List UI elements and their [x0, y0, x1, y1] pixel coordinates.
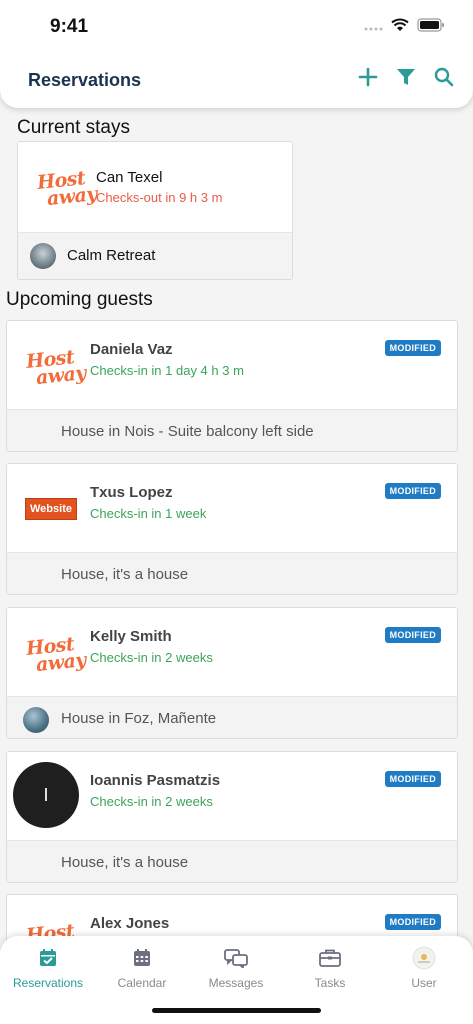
wifi-icon: [391, 18, 409, 37]
property-name: House in Foz, Mañente: [61, 710, 217, 727]
checkin-status: Checks-in in 2 weeks: [90, 650, 213, 665]
guest-name: Kelly Smith: [90, 628, 172, 645]
checkin-status: Checks-in in 1 week: [90, 506, 207, 521]
checkin-status: Checks-in in 1 day 4 h 3 m: [90, 363, 244, 378]
guest-name: Can Texel: [96, 169, 163, 186]
property-avatar: [23, 707, 49, 733]
guest-name: Daniela Vaz: [90, 341, 173, 358]
tab-label: Reservations: [12, 976, 84, 990]
home-indicator: [152, 1008, 321, 1013]
modified-badge: MODIFIED: [384, 483, 441, 499]
property-name: Calm Retreat: [67, 247, 156, 264]
stay-card-property: Calm Retreat: [18, 232, 292, 279]
briefcase-icon: [283, 946, 377, 970]
reservation-card[interactable]: Website Txus Lopez Checks-in in 1 week M…: [6, 463, 458, 595]
reservation-card-main: Host away Daniela Vaz Checks-in in 1 day…: [7, 321, 457, 409]
modified-badge: MODIFIED: [384, 340, 441, 356]
tab-tasks[interactable]: Tasks: [283, 946, 377, 990]
tab-label: Calendar: [117, 976, 167, 990]
tab-label: Tasks: [314, 976, 346, 990]
reservation-card-property: House, it's a house: [7, 552, 457, 594]
calendar-grid-icon: [95, 946, 189, 970]
current-stay-card[interactable]: Host away Can Texel Checks-out in 9 h 3 …: [17, 141, 293, 280]
hostaway-logo: Host away: [36, 167, 98, 211]
property-name: House, it's a house: [61, 854, 189, 871]
hostaway-logo: Host away: [25, 346, 87, 390]
signal-icon: [363, 19, 383, 37]
upcoming-guests-title: Upcoming guests: [6, 289, 153, 310]
reservation-card-main: Website Txus Lopez Checks-in in 1 week M…: [7, 464, 457, 552]
add-icon[interactable]: [357, 66, 379, 88]
checkout-status: Checks-out in 9 h 3 m: [96, 190, 223, 205]
website-logo: Website: [25, 498, 77, 520]
hostaway-logo: Host away: [25, 633, 87, 677]
reservation-card-property: House, it's a house: [7, 840, 457, 882]
modified-badge: MODIFIED: [384, 914, 441, 930]
calendar-check-icon: [1, 946, 95, 970]
tab-calendar[interactable]: Calendar: [95, 946, 189, 990]
modified-badge: MODIFIED: [384, 627, 441, 643]
reservation-card-main: I Ioannis Pasmatzis Checks-in in 2 weeks…: [7, 752, 457, 840]
property-name: House in Nois - Suite balcony left side: [61, 423, 314, 440]
guest-name: Ioannis Pasmatzis: [90, 772, 221, 789]
current-stays-title: Current stays: [17, 117, 130, 138]
reservation-card[interactable]: I Ioannis Pasmatzis Checks-in in 2 weeks…: [6, 751, 458, 883]
tab-user[interactable]: User: [377, 946, 471, 990]
property-name: House, it's a house: [61, 566, 189, 583]
app-header: 9:41 Reservations: [0, 0, 473, 108]
search-icon[interactable]: [433, 66, 455, 88]
modified-badge: MODIFIED: [384, 771, 441, 787]
chat-bubbles-icon: [189, 946, 283, 970]
guest-name: Txus Lopez: [90, 484, 173, 501]
reservation-card-property: House in Foz, Mañente: [7, 696, 457, 738]
reservation-card-main: Host away Kelly Smith Checks-in in 2 wee…: [7, 608, 457, 696]
status-icons: [363, 18, 445, 37]
reservation-card[interactable]: Host away Daniela Vaz Checks-in in 1 day…: [6, 320, 458, 452]
guest-name: Alex Jones: [90, 915, 170, 932]
user-avatar-icon: [377, 946, 471, 970]
header-actions: [357, 66, 455, 88]
filter-icon[interactable]: [395, 66, 417, 88]
property-avatar: [30, 243, 56, 269]
tab-messages[interactable]: Messages: [189, 946, 283, 990]
status-time: 9:41: [50, 16, 89, 37]
tab-label: Messages: [208, 976, 264, 990]
stay-card-main: Host away Can Texel Checks-out in 9 h 3 …: [18, 142, 292, 232]
tab-label: User: [411, 976, 437, 990]
page-title: Reservations: [28, 70, 142, 90]
battery-icon: [417, 18, 445, 37]
reservation-card-property: House in Nois - Suite balcony left side: [7, 409, 457, 451]
guest-avatar: I: [13, 762, 79, 828]
tab-reservations[interactable]: Reservations: [1, 946, 95, 990]
reservation-card[interactable]: Host away Kelly Smith Checks-in in 2 wee…: [6, 607, 458, 739]
checkin-status: Checks-in in 2 weeks: [90, 794, 213, 809]
